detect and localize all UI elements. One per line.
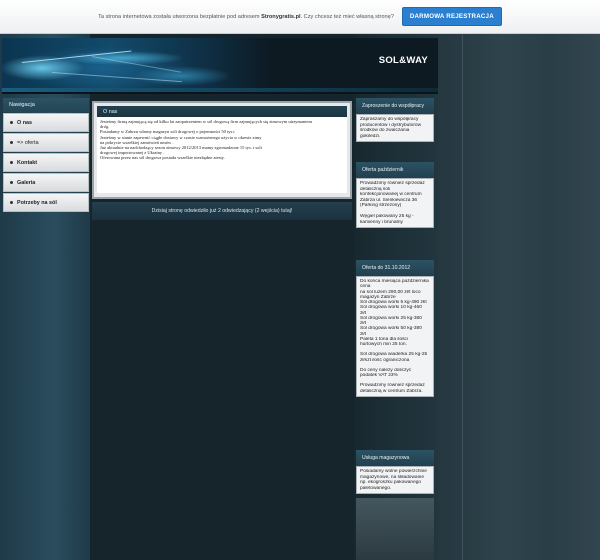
about-line: Oferowana przez nas sól drogowa posiada …: [100, 155, 225, 161]
about-text: Jesteśmy firmą zajmującą się od kilku la…: [97, 117, 347, 193]
bullet-icon: [10, 161, 13, 164]
nav-item-oferta[interactable]: => oferta: [3, 133, 89, 152]
promo-text: Ta strona internetowa została utworzona …: [98, 13, 394, 20]
bullet-icon: [10, 141, 13, 144]
navigation-title: Nawigacja: [3, 98, 89, 112]
offer-october-title: Oferta październik: [356, 162, 434, 178]
offer-until-box: Oferta do 31.10.2012 Do końca miesiąca p…: [356, 260, 434, 397]
invitation-box: Zaproszenie do współpracy Zapraszamy do …: [356, 98, 434, 143]
navigation-menu: Nawigacja O nas => oferta Kontakt Galeri…: [3, 98, 89, 212]
offer-october-text: Prowadzimy również sprzedaż detaliczną s…: [356, 178, 434, 229]
box-line: kamienny i brunatny: [360, 219, 403, 225]
box-line: np. ekogroszku pakowanego: [360, 480, 422, 486]
invitation-text: Zapraszamy do współpracy producentów i d…: [356, 114, 434, 143]
storage-service-title: Usługa magazynowa: [356, 450, 434, 466]
promo-site-link[interactable]: Stronygratis.pl: [261, 14, 300, 20]
box-line: Sól drogowa worki 25 kg-380: [360, 315, 422, 321]
nav-item-potrzeby-na-sol[interactable]: Potrzeby na sól: [3, 193, 89, 212]
box-line: paletowanego.: [360, 485, 392, 491]
bullet-icon: [10, 201, 13, 204]
nav-item-o-nas[interactable]: O nas: [3, 113, 89, 132]
box-line: na sól luzem 290,00 zł/t loco: [360, 289, 421, 295]
bullet-icon: [10, 181, 13, 184]
register-button[interactable]: DARMOWA REJESTRACJA: [401, 7, 502, 26]
storage-service-text: Posiadamy wolne powierzchnie magazynowe,…: [356, 466, 434, 495]
box-line: Do końca miesiąca października: [360, 279, 429, 284]
box-line: Sól drogowa worki 50 kg-380: [360, 326, 422, 332]
storage-service-box: Usługa magazynowa Posiadamy wolne powier…: [356, 450, 434, 495]
box-line: detaliczną w centrum Zabrza.: [360, 388, 423, 394]
about-line: Jesteśmy firmą zajmującą się od kilku la…: [100, 119, 313, 124]
box-line: Posiadamy wolne powierzchnie: [360, 469, 427, 474]
invitation-title: Zaproszenie do współpracy: [356, 98, 434, 114]
visitor-counter: Dzisiaj stronę odwiedziło już 2 odwiedza…: [92, 202, 352, 220]
banner-bottom-strip: [2, 88, 438, 92]
offer-until-title: Oferta do 31.10.2012: [356, 260, 434, 276]
nav-item-kontakt[interactable]: Kontakt: [3, 153, 89, 172]
bullet-icon: [10, 121, 13, 124]
banner-artwork: [2, 38, 272, 92]
box-line: Sól drogowa wiaderka 25 kg-25: [360, 352, 428, 358]
box-line: Prowadzimy również sprzedaż: [360, 181, 425, 186]
offer-until-text: Do końca miesiąca października cena na s…: [356, 276, 434, 397]
header-banner: SOL&WAY: [2, 38, 438, 94]
site-title[interactable]: SOL&WAY: [379, 55, 428, 66]
offer-october-box: Oferta październik Prowadzimy również sp…: [356, 162, 434, 229]
box-line: konfekcjonowanej w centrum: [360, 192, 422, 198]
promo-bar: Ta strona internetowa została utworzona …: [0, 0, 600, 34]
box-line: gołoledzi.: [360, 133, 381, 139]
outer-background: [438, 34, 600, 560]
box-line: Prowadzimy również sprzedaż: [360, 383, 425, 389]
nav-item-galeria[interactable]: Galeria: [3, 173, 89, 192]
box-line: Sól drogowa worki 10 kg-460: [360, 305, 422, 311]
about-title: O nas: [97, 106, 347, 117]
sidebar-footer-shade: [356, 498, 434, 560]
about-box: O nas Jesteśmy firmą zajmującą się od ki…: [92, 101, 352, 199]
